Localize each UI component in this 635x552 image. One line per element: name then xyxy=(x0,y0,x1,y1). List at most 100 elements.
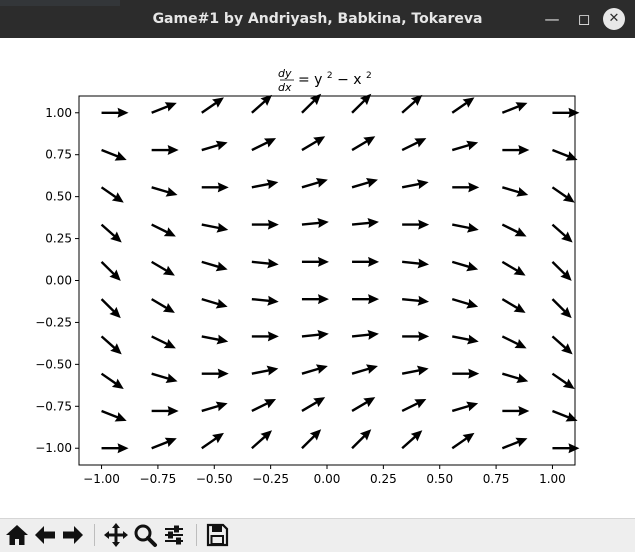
field-arrow xyxy=(201,334,229,345)
field-arrow xyxy=(201,368,229,379)
field-arrow xyxy=(301,93,322,114)
configure-subplots-button[interactable] xyxy=(160,521,188,549)
field-arrow xyxy=(351,136,376,152)
field-arrow xyxy=(151,437,177,450)
field-arrow xyxy=(551,298,572,319)
field-arrow xyxy=(502,372,529,384)
y-tick-label: −0.25 xyxy=(35,315,72,329)
field-arrow xyxy=(551,261,572,281)
field-arrow xyxy=(451,140,479,152)
field-arrow xyxy=(251,295,279,306)
arrow-field xyxy=(100,93,580,454)
field-arrow xyxy=(551,335,573,355)
field-arrow xyxy=(451,297,479,309)
field-arrow xyxy=(100,372,124,390)
field-arrow xyxy=(501,223,527,237)
navigation-toolbar xyxy=(0,518,635,552)
field-arrow xyxy=(402,295,430,306)
x-tick-label: 0.00 xyxy=(314,472,341,486)
field-arrow xyxy=(201,432,224,450)
x-tick-label: −0.50 xyxy=(196,472,233,486)
field-arrow xyxy=(402,219,430,230)
back-button[interactable] xyxy=(31,521,59,549)
window-titlebar[interactable]: Game#1 by Andriyash, Babkina, Tokareva —… xyxy=(0,0,635,38)
field-arrow xyxy=(151,372,178,384)
field-arrow xyxy=(251,219,279,230)
field-arrow xyxy=(351,218,379,228)
field-arrow xyxy=(501,260,526,276)
field-arrow xyxy=(401,179,429,190)
field-arrow xyxy=(301,177,328,189)
field-arrow xyxy=(101,148,127,161)
minimize-icon[interactable]: — xyxy=(540,7,564,31)
field-arrow xyxy=(551,186,575,203)
x-tick-label: 1.00 xyxy=(539,472,566,486)
field-arrow xyxy=(301,256,329,267)
field-arrow xyxy=(501,102,528,114)
field-arrow xyxy=(251,258,279,269)
field-arrow xyxy=(101,107,129,118)
zoom-icon xyxy=(134,524,157,547)
zoom-button[interactable] xyxy=(131,521,159,549)
x-tick-label: 0.25 xyxy=(370,472,397,486)
field-arrow xyxy=(551,223,573,243)
field-arrow xyxy=(251,179,279,190)
x-tick-label: 0.75 xyxy=(483,472,510,486)
field-arrow xyxy=(251,430,273,450)
field-arrow xyxy=(351,329,379,340)
field-arrow xyxy=(401,138,427,152)
field-arrow xyxy=(501,298,526,313)
field-arrow xyxy=(151,298,175,313)
field-arrow xyxy=(351,177,378,189)
field-arrow xyxy=(351,429,372,450)
field-arrow xyxy=(401,430,423,450)
field-arrow xyxy=(352,294,380,305)
field-arrow xyxy=(251,365,279,376)
field-arrow xyxy=(451,260,479,272)
field-arrow xyxy=(251,398,277,413)
y-tick-label: 1.00 xyxy=(45,106,72,120)
field-arrow xyxy=(100,186,124,203)
pan-icon xyxy=(104,523,128,547)
field-arrow xyxy=(100,223,122,243)
field-arrow xyxy=(451,97,475,114)
forward-button[interactable] xyxy=(59,521,87,549)
field-arrow xyxy=(501,335,527,349)
field-arrow xyxy=(401,94,423,114)
home-icon xyxy=(6,525,28,545)
maximize-icon[interactable]: ◻ xyxy=(572,7,596,31)
plot-frame xyxy=(78,95,576,466)
field-arrow xyxy=(351,364,378,375)
field-arrow xyxy=(151,145,179,156)
field-arrow xyxy=(502,186,529,197)
field-arrow xyxy=(402,331,430,342)
field-arrow xyxy=(452,222,479,233)
field-arrow xyxy=(452,334,479,345)
toolbar-separator xyxy=(196,524,197,546)
close-icon[interactable]: ✕ xyxy=(603,8,625,30)
title-denominator: dx xyxy=(278,81,292,94)
save-icon xyxy=(206,523,229,547)
save-button[interactable] xyxy=(203,521,231,549)
y-tick-label: −0.50 xyxy=(35,357,72,371)
field-arrow xyxy=(201,401,228,413)
x-axis: −1.00 −0.75 −0.50 −0.25 0.00 0.25 0.50 0.75 1.00 xyxy=(83,465,566,486)
field-arrow xyxy=(201,222,229,233)
forward-icon xyxy=(63,526,83,544)
field-arrow xyxy=(551,372,575,390)
field-arrow xyxy=(301,364,328,375)
field-arrow xyxy=(451,432,475,450)
y-tick-label: −0.75 xyxy=(35,399,72,413)
field-arrow xyxy=(151,186,178,197)
x-tick-label: 0.50 xyxy=(426,472,453,486)
pan-button[interactable] xyxy=(102,521,130,549)
field-arrow xyxy=(351,93,372,114)
field-arrow xyxy=(401,398,427,413)
field-arrow xyxy=(201,97,224,114)
field-arrow xyxy=(301,136,326,152)
home-button[interactable] xyxy=(3,521,31,549)
field-arrow xyxy=(201,260,228,272)
configure-subplots-icon xyxy=(165,525,183,545)
x-tick-label: −1.00 xyxy=(83,472,120,486)
field-arrow xyxy=(100,335,122,355)
